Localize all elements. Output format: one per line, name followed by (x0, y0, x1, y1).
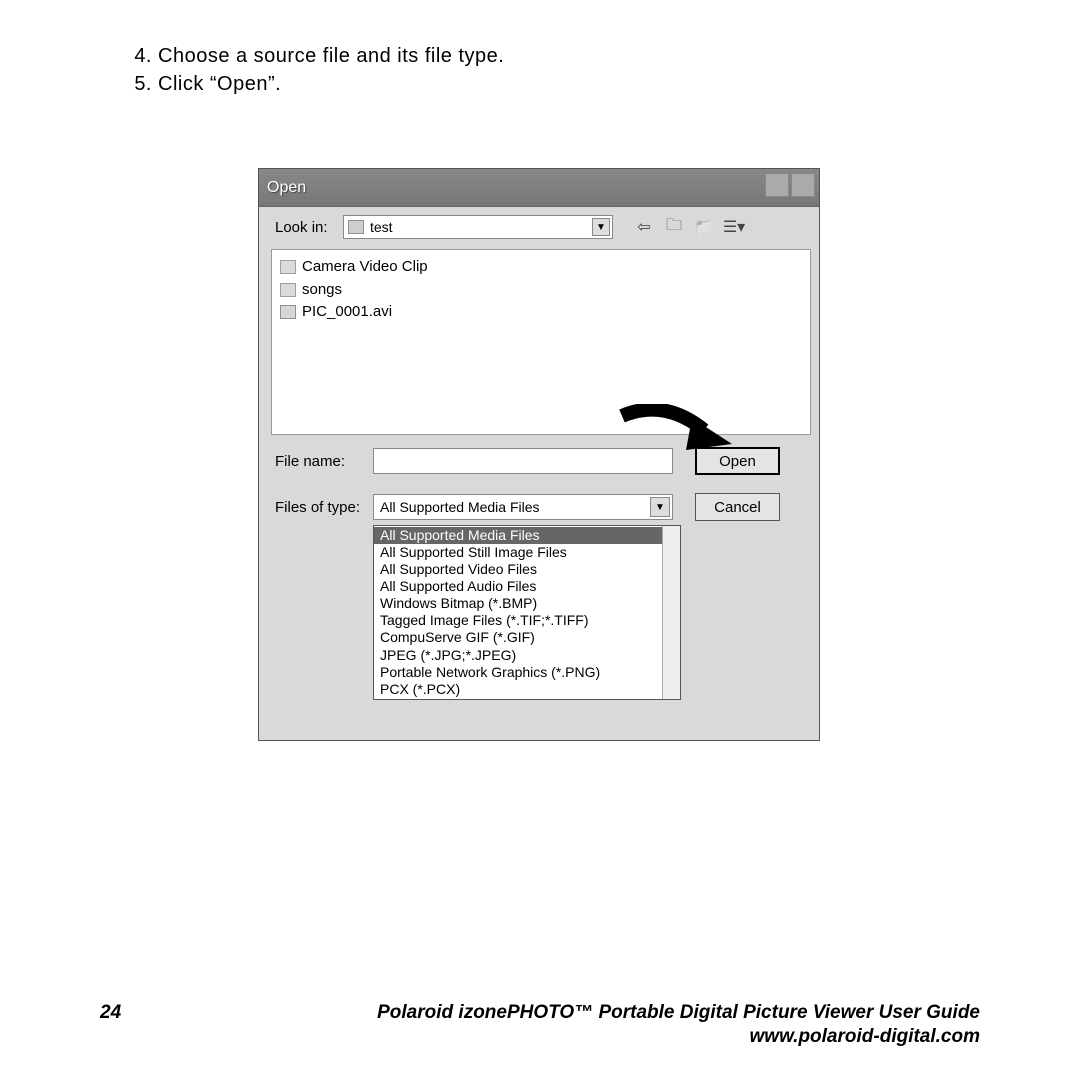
instruction-list: 4. Choose a source file and its file typ… (126, 42, 504, 98)
file-name: songs (302, 279, 342, 302)
filename-row: File name: Open (259, 443, 819, 479)
instruction-text-4: Choose a source file and its file type. (158, 42, 504, 70)
help-button[interactable] (765, 173, 789, 197)
view-menu-icon[interactable]: ☰▾ (723, 216, 745, 238)
instruction-num-5: 5. (126, 70, 158, 98)
list-item[interactable]: PIC_0001.avi (280, 301, 802, 324)
open-button-label: Open (719, 453, 756, 470)
dropdown-option[interactable]: PCX (*.PCX) (374, 681, 680, 698)
dropdown-option[interactable]: JPEG (*.JPG;*.JPEG) (374, 647, 680, 664)
lookin-row: Look in: test ▼ ⇦ 🗀 📁 ☰▾ (259, 207, 819, 245)
footer-url: www.polaroid-digital.com (750, 1025, 980, 1050)
filename-label: File name: (275, 453, 363, 470)
instruction-item-5: 5. Click “Open”. (126, 70, 504, 98)
page-footer: 24 Polaroid izonePHOTO™ Portable Digital… (0, 1001, 1080, 1050)
dropdown-option[interactable]: All Supported Audio Files (374, 578, 680, 595)
instruction-num-4: 4. (126, 42, 158, 70)
scrollbar[interactable] (662, 526, 680, 699)
footer-title: Polaroid izonePHOTO™ Portable Digital Pi… (377, 1001, 980, 1026)
chevron-down-icon[interactable]: ▼ (592, 218, 610, 236)
filetype-value: All Supported Media Files (380, 499, 540, 515)
list-item[interactable]: songs (280, 279, 802, 302)
instruction-text-5: Click “Open”. (158, 70, 281, 98)
filetype-dropdown[interactable]: All Supported Media Files All Supported … (373, 525, 681, 700)
folder-icon (280, 283, 296, 297)
up-folder-icon[interactable]: 🗀 (663, 216, 685, 238)
dropdown-option[interactable]: All Supported Video Files (374, 561, 680, 578)
lookin-value: test (370, 219, 393, 235)
dropdown-option[interactable]: Portable Network Graphics (*.PNG) (374, 664, 680, 681)
folder-icon (348, 220, 364, 234)
dropdown-option[interactable]: All Supported Media Files (374, 527, 680, 544)
filetype-label: Files of type: (275, 499, 363, 516)
lookin-select[interactable]: test ▼ (343, 215, 613, 239)
new-folder-icon[interactable]: 📁 (693, 216, 715, 238)
back-icon[interactable]: ⇦ (633, 216, 655, 238)
file-name: PIC_0001.avi (302, 301, 392, 324)
file-name: Camera Video Clip (302, 256, 428, 279)
open-dialog: Open Look in: test ▼ ⇦ 🗀 📁 ☰▾ Camera Vid… (258, 168, 820, 741)
cancel-button-label: Cancel (714, 499, 761, 516)
page-number: 24 (100, 1001, 121, 1026)
instruction-item-4: 4. Choose a source file and its file typ… (126, 42, 504, 70)
close-button[interactable] (791, 173, 815, 197)
filetype-select[interactable]: All Supported Media Files ▼ (373, 494, 673, 520)
filename-input[interactable] (373, 448, 673, 474)
dropdown-option[interactable]: CompuServe GIF (*.GIF) (374, 629, 680, 646)
list-item[interactable]: Camera Video Clip (280, 256, 802, 279)
window-controls (765, 173, 815, 197)
video-file-icon (280, 305, 296, 319)
dialog-title: Open (267, 179, 306, 197)
dropdown-option[interactable]: Tagged Image Files (*.TIF;*.TIFF) (374, 612, 680, 629)
filetype-row: Files of type: All Supported Media Files… (259, 489, 819, 525)
file-list[interactable]: Camera Video Clip songs PIC_0001.avi (271, 249, 811, 435)
navigation-toolbar: ⇦ 🗀 📁 ☰▾ (633, 216, 745, 238)
title-bar: Open (259, 169, 819, 207)
chevron-down-icon[interactable]: ▼ (650, 497, 670, 517)
dropdown-option[interactable]: All Supported Still Image Files (374, 544, 680, 561)
dropdown-option[interactable]: Windows Bitmap (*.BMP) (374, 595, 680, 612)
lookin-label: Look in: (275, 219, 335, 236)
cancel-button[interactable]: Cancel (695, 493, 780, 521)
folder-icon (280, 260, 296, 274)
open-button[interactable]: Open (695, 447, 780, 475)
